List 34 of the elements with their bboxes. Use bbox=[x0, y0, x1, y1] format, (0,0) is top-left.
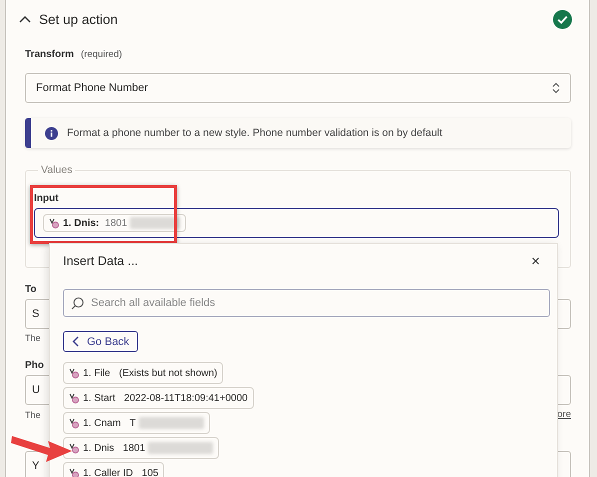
info-icon bbox=[45, 126, 58, 140]
up-down-chevron-icon bbox=[552, 82, 560, 94]
search-icon bbox=[71, 297, 84, 310]
go-back-button[interactable]: Go Back bbox=[63, 331, 138, 352]
field-label: Transform bbox=[25, 49, 74, 60]
section-title: Set up action bbox=[39, 12, 118, 26]
help-text: The bbox=[25, 333, 41, 343]
popover-title: Insert Data ... bbox=[63, 254, 138, 268]
data-pill[interactable]: 1. Dnis: 1801 bbox=[43, 214, 186, 232]
formatter-icon bbox=[69, 468, 80, 477]
formatter-icon bbox=[69, 442, 80, 454]
search-field[interactable]: Search all available fields bbox=[63, 289, 550, 317]
data-field-option[interactable]: 1. Caller ID 105 bbox=[63, 462, 164, 477]
group-legend: Values bbox=[38, 164, 76, 176]
input-field[interactable]: 1. Dnis: 1801 bbox=[34, 208, 559, 238]
info-text: Format a phone number to a new style. Phone number validation is on by default bbox=[67, 127, 442, 139]
help-text: The bbox=[25, 410, 41, 420]
transform-select[interactable]: Format Phone Number bbox=[25, 73, 571, 103]
formatter-icon bbox=[49, 218, 60, 228]
data-field-option[interactable]: 1. File (Exists but not shown) bbox=[63, 362, 224, 384]
field-label: To bbox=[25, 284, 38, 295]
formatter-icon bbox=[69, 392, 80, 404]
close-button[interactable]: × bbox=[527, 252, 544, 270]
formatter-icon bbox=[69, 418, 80, 428]
data-field-option[interactable]: 1. Dnis 1801 bbox=[63, 437, 220, 459]
chevron-icon[interactable] bbox=[19, 15, 31, 23]
required-note: (required) bbox=[80, 49, 122, 60]
data-field-option[interactable]: 1. Cnam T bbox=[63, 412, 210, 434]
formatter-icon bbox=[69, 368, 80, 378]
field-label: Input bbox=[34, 193, 60, 204]
chevron-left-icon bbox=[72, 336, 79, 347]
data-field-option[interactable]: 1. Start 2022-08-11T18:09:41+0000 bbox=[63, 387, 254, 409]
field-label: Pho bbox=[25, 360, 45, 371]
more-link[interactable]: ore bbox=[557, 409, 571, 420]
